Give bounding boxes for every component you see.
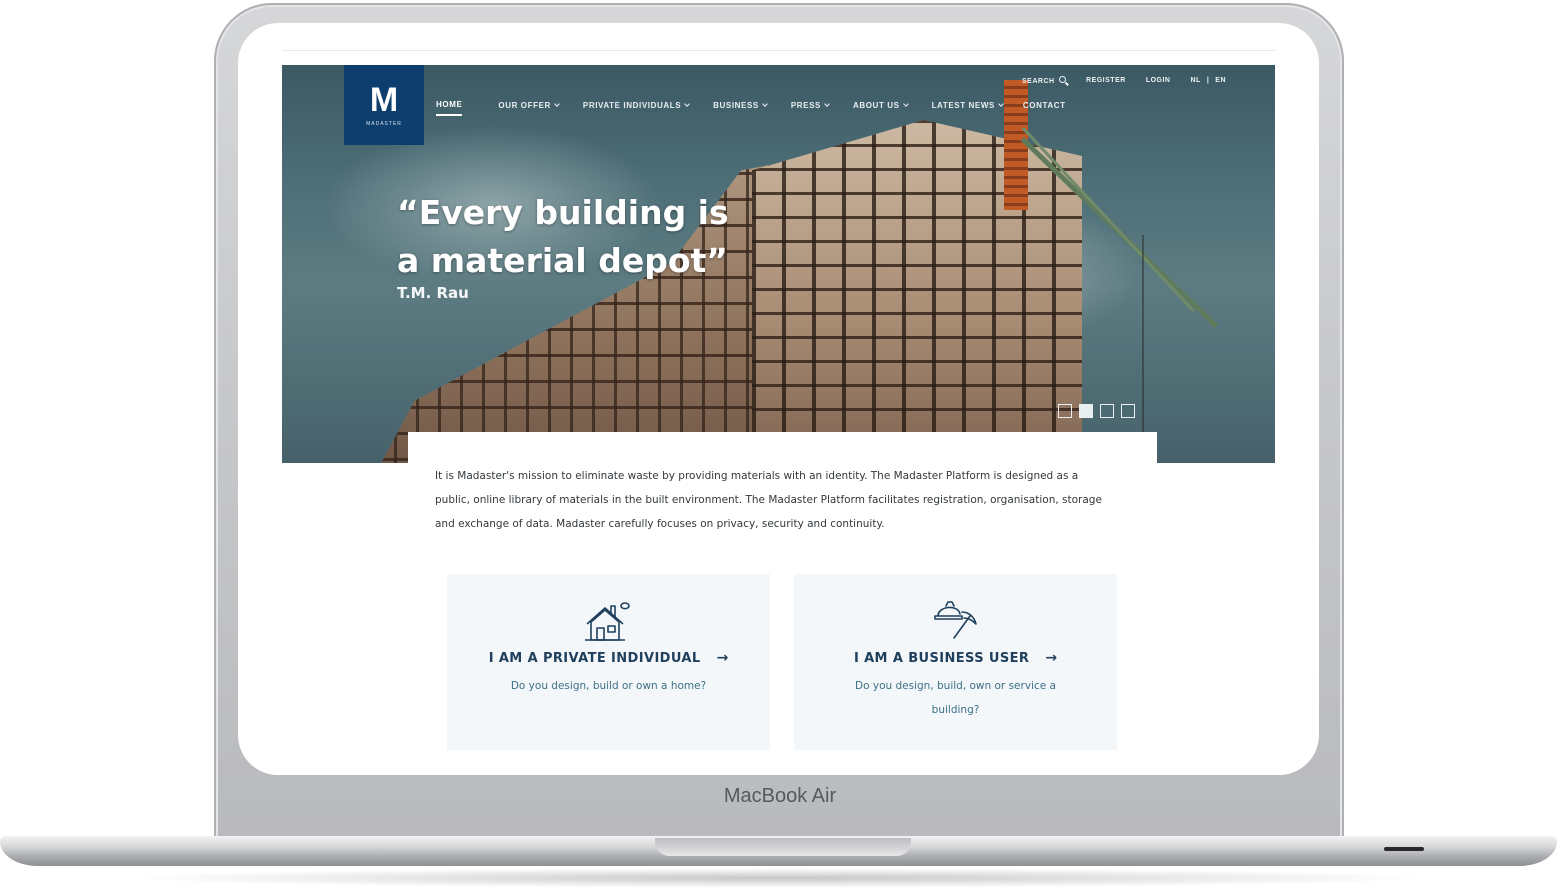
power-indicator <box>1384 847 1424 851</box>
slider-dot-active[interactable] <box>1079 404 1093 418</box>
search-label: SEARCH <box>1022 78 1055 85</box>
cta-title: I AM A BUSINESS USER <box>853 650 1030 666</box>
chevron-down-icon <box>824 101 830 107</box>
cta-title: I AM A PRIVATE INDIVIDUAL <box>488 650 701 666</box>
chevron-down-icon <box>998 101 1004 107</box>
nav-label: LATEST NEWS <box>931 101 995 110</box>
nav-label: PRIVATE INDIVIDUALS <box>582 101 682 110</box>
logo-wordmark: MADASTER <box>366 121 402 127</box>
nav-item-home[interactable]: HOME <box>436 100 463 116</box>
hero-banner: M MADASTER SEARCH REGISTER LOGIN NL | EN… <box>282 65 1275 463</box>
hero-quote-author: T.M. Rau <box>397 284 469 302</box>
laptop-opening-notch <box>655 838 911 856</box>
hero-quote-line: a material depot” <box>397 241 728 280</box>
browser-top-edge <box>282 50 1275 51</box>
nav-item-press[interactable]: PRESS <box>790 100 830 116</box>
cta-business-user[interactable]: I AM A BUSINESS USER → Do you design, bu… <box>794 574 1117 750</box>
chevron-down-icon <box>684 101 690 107</box>
nav-item-business[interactable]: BUSINESS <box>713 100 768 116</box>
nav-label: BUSINESS <box>713 101 759 110</box>
utility-nav: SEARCH REGISTER LOGIN NL | EN <box>1022 76 1226 85</box>
slider-dot[interactable] <box>1058 404 1072 418</box>
hero-building-facade <box>752 120 1082 463</box>
laptop-shadow <box>120 868 1437 888</box>
nav-label: ABOUT US <box>852 101 900 110</box>
search-link[interactable]: SEARCH <box>1022 76 1067 85</box>
nav-item-our-offer[interactable]: OUR OFFER <box>498 100 560 116</box>
register-link[interactable]: REGISTER <box>1086 77 1126 84</box>
slider-dot[interactable] <box>1100 404 1114 418</box>
chevron-down-icon <box>762 101 768 107</box>
slider-dot[interactable] <box>1121 404 1135 418</box>
nav-label: OUR OFFER <box>498 101 551 110</box>
arrow-right-icon: → <box>1045 650 1058 666</box>
login-link[interactable]: LOGIN <box>1146 77 1171 84</box>
device-label: MacBook Air <box>723 785 837 807</box>
main-nav: HOME OUR OFFER PRIVATE INDIVIDUALS BUSIN… <box>436 100 1066 116</box>
cta-title-row: I AM A BUSINESS USER → <box>854 650 1057 666</box>
arrow-right-icon: → <box>716 650 729 666</box>
nav-item-latest-news[interactable]: LATEST NEWS <box>931 100 1004 116</box>
cta-private-individual[interactable]: I AM A PRIVATE INDIVIDUAL → Do you desig… <box>447 574 770 750</box>
cta-description: Do you design, build or own a home? <box>510 680 707 692</box>
slider-pagination <box>1058 404 1135 418</box>
language-separator: | <box>1206 77 1210 84</box>
nav-item-about-us[interactable]: ABOUT US <box>852 100 909 116</box>
hero-quote-line: “Every building is <box>397 193 729 232</box>
nav-item-private-individuals[interactable]: PRIVATE INDIVIDUALS <box>582 100 690 116</box>
hardhat-pickaxe-icon <box>933 601 977 639</box>
content-card: It is Madaster's mission to eliminate wa… <box>408 432 1157 775</box>
nav-item-contact[interactable]: CONTACT <box>1023 100 1066 116</box>
nav-label: CONTACT <box>1022 101 1066 110</box>
house-icon <box>584 602 630 641</box>
nav-label: HOME <box>436 100 463 109</box>
website-screen: M MADASTER SEARCH REGISTER LOGIN NL | EN… <box>282 50 1275 775</box>
chevron-down-icon <box>554 101 560 107</box>
hero-quote: “Every building is a material depot” <box>397 189 757 285</box>
logo-mark: M <box>369 81 399 119</box>
language-nl[interactable]: NL <box>1190 77 1200 84</box>
cta-title-row: I AM A PRIVATE INDIVIDUAL → <box>489 650 729 666</box>
search-icon <box>1059 76 1067 83</box>
mission-text: It is Madaster's mission to eliminate wa… <box>435 470 1102 530</box>
nav-label: PRESS <box>790 101 821 110</box>
language-en[interactable]: EN <box>1215 77 1226 84</box>
cta-description: Do you design, build, own or service a b… <box>855 680 1056 716</box>
site-logo[interactable]: M MADASTER <box>344 65 424 145</box>
crane-cable <box>1142 235 1144 463</box>
chevron-down-icon <box>902 101 909 107</box>
